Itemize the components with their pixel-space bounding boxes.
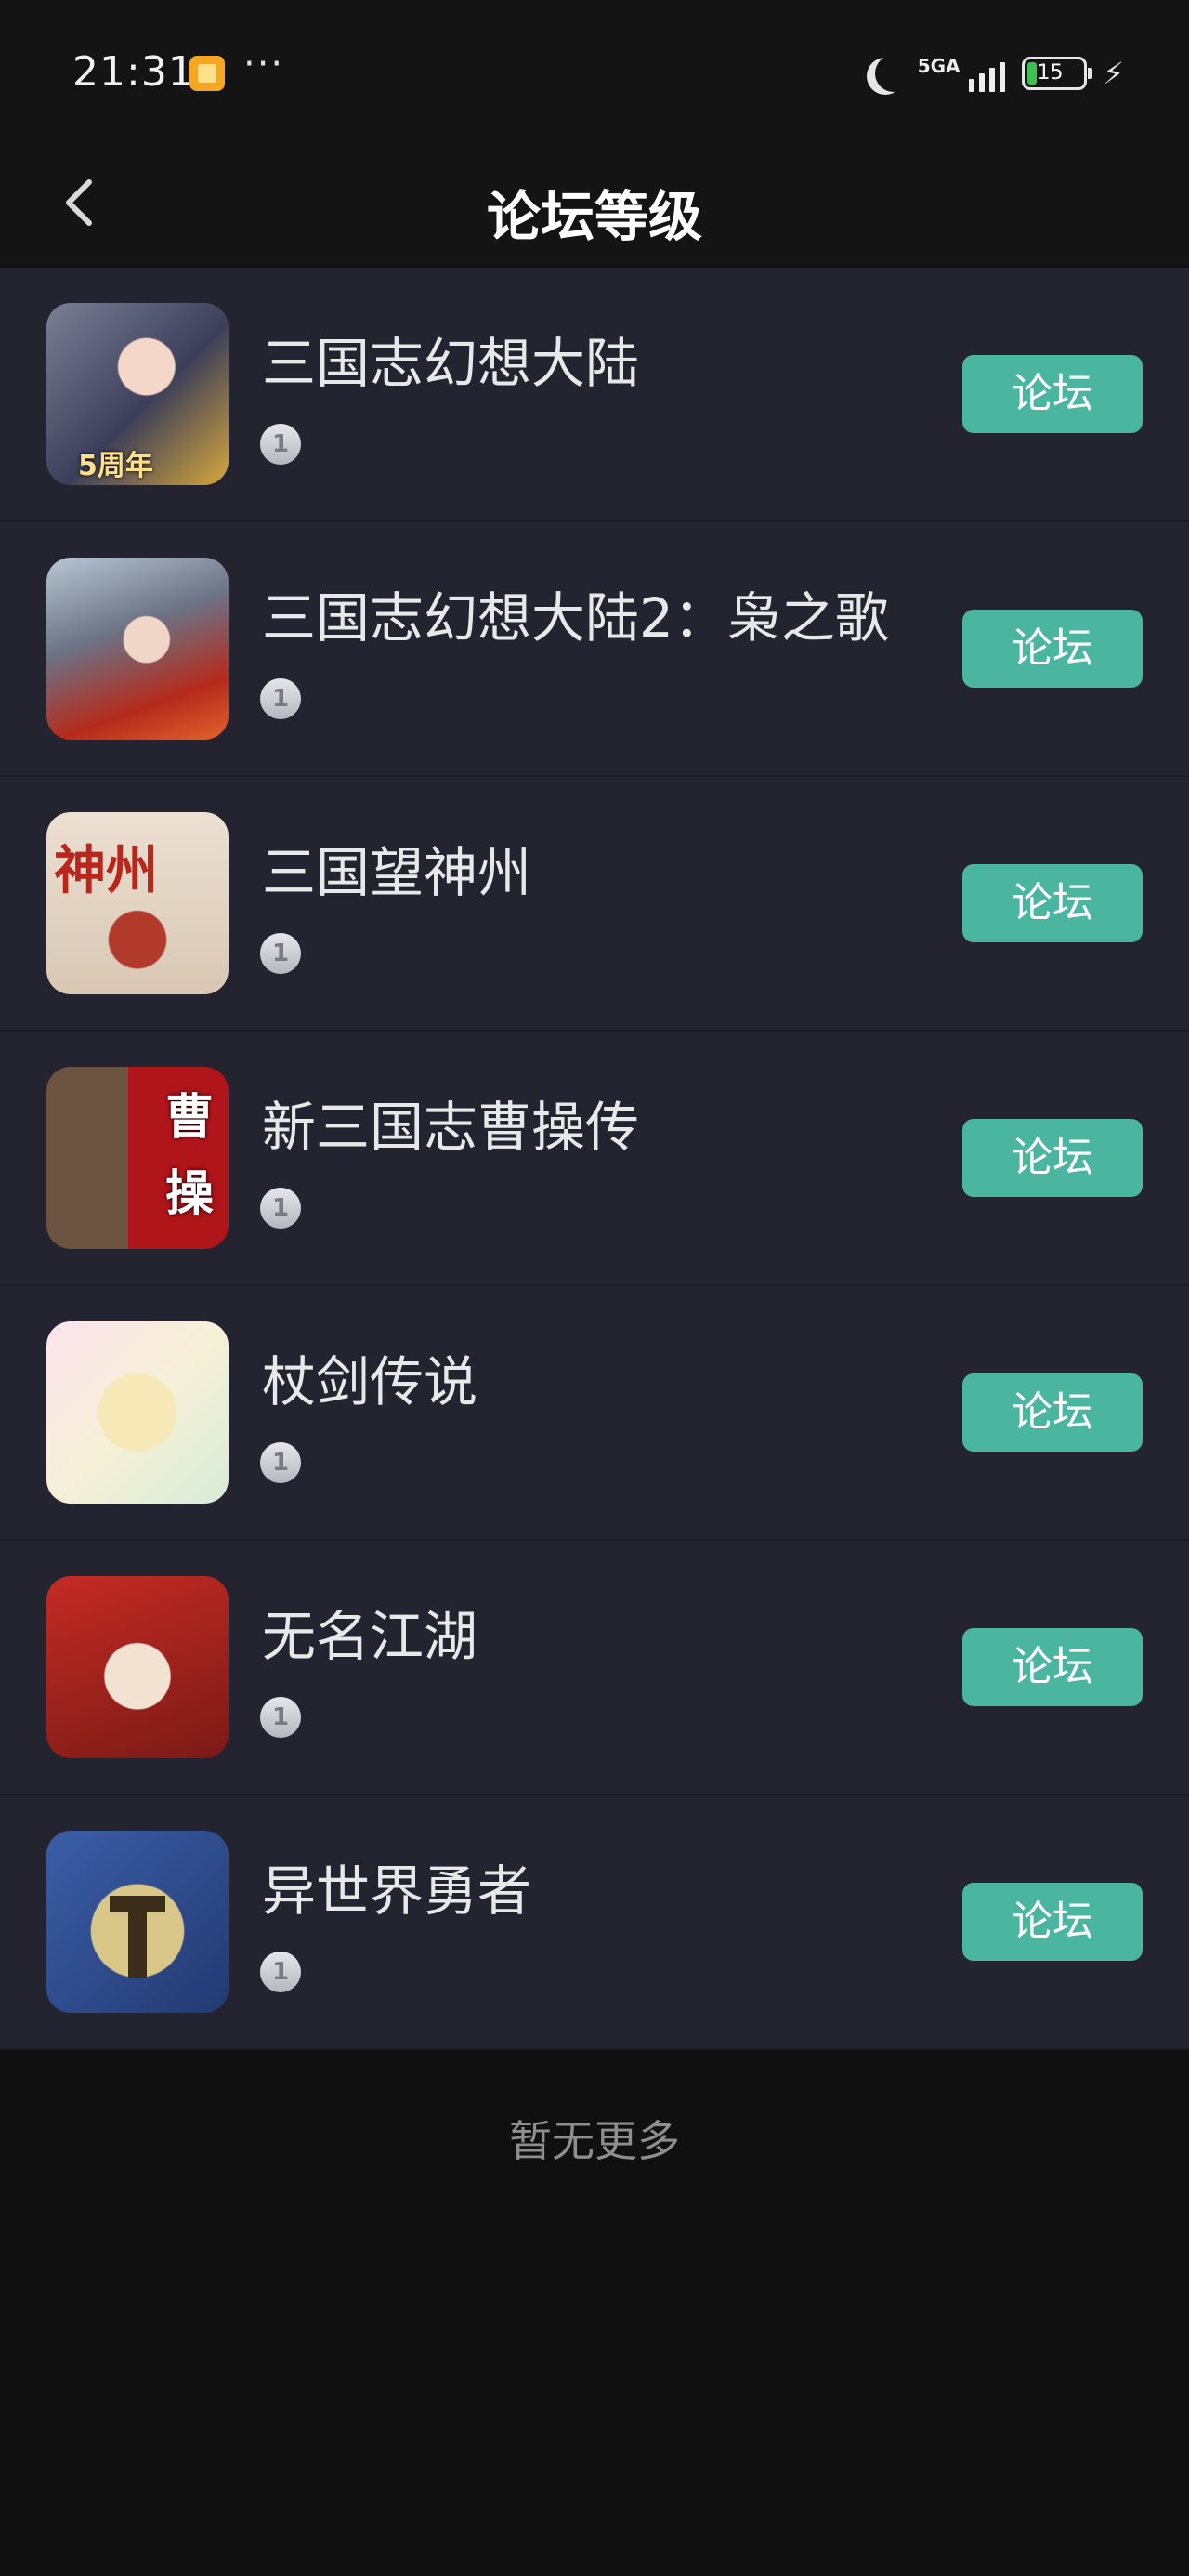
game-name[interactable]: 三国志幻想大陆 bbox=[262, 320, 639, 398]
game-icon-label: 5周年 bbox=[78, 450, 153, 482]
battery-icon: 15 bbox=[1021, 57, 1092, 90]
level-badge-icon: 1 bbox=[260, 424, 301, 465]
list-item[interactable]: 无名江湖 1 论坛 bbox=[0, 1541, 1189, 1795]
list-item[interactable]: 曹操 新三国志曹操传 1 论坛 bbox=[0, 1032, 1189, 1286]
game-name[interactable]: 异世界勇者 bbox=[262, 1847, 531, 1925]
list-item[interactable]: 三国志幻想大陆2：枭之歌 1 论坛 bbox=[0, 522, 1189, 777]
status-time: 21:31 bbox=[72, 48, 195, 96]
game-name[interactable]: 三国志幻想大陆2：枭之歌 bbox=[262, 574, 889, 652]
list-item[interactable]: 神州 三国望神州 1 论坛 bbox=[0, 777, 1189, 1032]
list-item[interactable]: 5周年 三国志幻想大陆 1 论坛 bbox=[0, 268, 1189, 522]
forum-button[interactable]: 论坛 bbox=[962, 864, 1143, 942]
game-icon[interactable] bbox=[46, 558, 229, 740]
forum-button[interactable]: 论坛 bbox=[962, 1373, 1143, 1452]
game-name[interactable]: 杖剑传说 bbox=[262, 1338, 477, 1416]
level-badge-icon: 1 bbox=[260, 1442, 301, 1483]
game-icon[interactable]: 曹操 bbox=[46, 1067, 229, 1249]
game-name[interactable]: 三国望神州 bbox=[262, 829, 531, 907]
game-icon[interactable] bbox=[46, 1321, 229, 1504]
list-item[interactable]: 异世界勇者 1 论坛 bbox=[0, 1795, 1189, 2050]
page-title: 论坛等级 bbox=[486, 185, 702, 248]
game-icon[interactable]: 神州 bbox=[46, 812, 229, 994]
battery-level: 15 bbox=[1037, 61, 1064, 85]
level-badge-icon: 1 bbox=[260, 1952, 301, 1992]
game-icon[interactable] bbox=[46, 1831, 229, 2013]
level-badge-icon: 1 bbox=[260, 678, 301, 719]
level-badge-icon: 1 bbox=[260, 933, 301, 974]
app-notification-icon bbox=[189, 56, 225, 91]
game-name[interactable]: 无名江湖 bbox=[262, 1593, 477, 1671]
game-icon[interactable] bbox=[46, 1576, 229, 1758]
status-bar: 21:31 ··· 5GA 15 ⚡ bbox=[0, 0, 1189, 139]
charging-icon: ⚡ bbox=[1103, 56, 1124, 91]
forum-button[interactable]: 论坛 bbox=[962, 355, 1143, 433]
signal-icon: 5GA bbox=[918, 55, 1005, 92]
level-badge-icon: 1 bbox=[260, 1697, 301, 1738]
forum-button[interactable]: 论坛 bbox=[962, 1628, 1143, 1706]
game-icon[interactable]: 5周年 bbox=[46, 303, 229, 485]
level-badge-icon: 1 bbox=[260, 1188, 301, 1229]
moon-icon bbox=[875, 55, 912, 92]
helmet-icon bbox=[110, 1896, 165, 1978]
forum-button[interactable]: 论坛 bbox=[962, 610, 1143, 688]
game-forum-list: 5周年 三国志幻想大陆 1 论坛 三国志幻想大陆2：枭之歌 1 论坛 神州 三国… bbox=[0, 268, 1189, 2050]
game-name[interactable]: 新三国志曹操传 bbox=[262, 1084, 639, 1162]
no-more-text: 暂无更多 bbox=[509, 2116, 680, 2166]
game-icon-label: 曹操 bbox=[165, 1090, 215, 1222]
forum-button[interactable]: 论坛 bbox=[962, 1883, 1143, 1961]
forum-button[interactable]: 论坛 bbox=[962, 1119, 1143, 1197]
header: 论坛等级 bbox=[0, 139, 1189, 266]
game-icon-label: 神州 bbox=[54, 841, 158, 901]
network-type: 5GA bbox=[917, 55, 960, 77]
list-item[interactable]: 杖剑传说 1 论坛 bbox=[0, 1286, 1189, 1541]
more-notifications-icon: ··· bbox=[243, 43, 285, 85]
status-indicators: 5GA 15 ⚡ bbox=[864, 50, 1124, 97]
